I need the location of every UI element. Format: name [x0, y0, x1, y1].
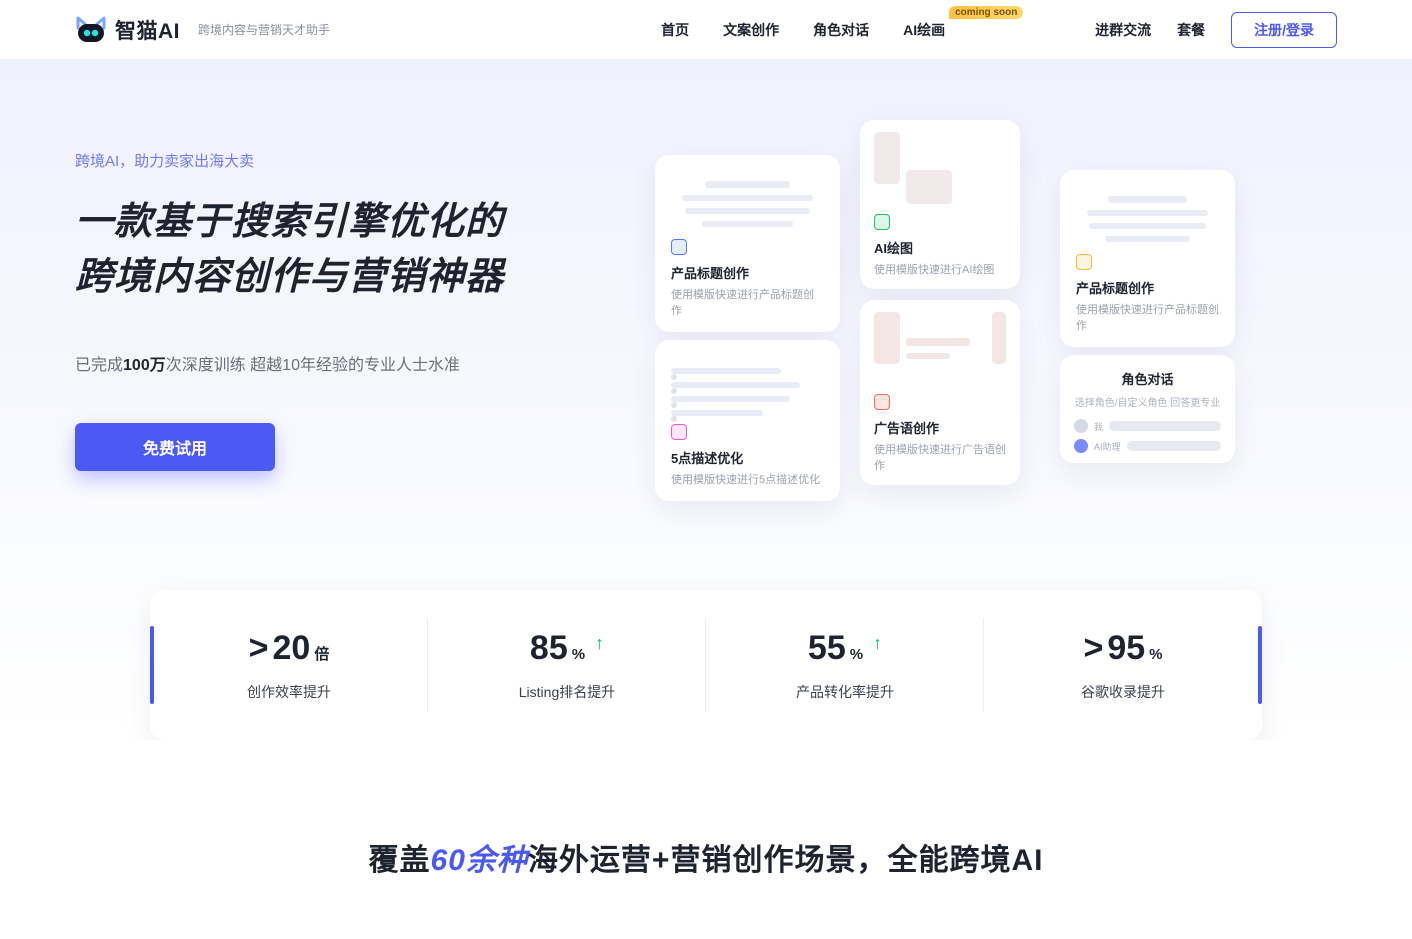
ai-avatar-icon: [1074, 439, 1088, 453]
nav-home[interactable]: 首页: [661, 20, 689, 40]
card-desc: 使用模版快速进行5点描述优化: [671, 471, 824, 487]
brand-logo-icon: [75, 15, 107, 45]
chat-bubble-skeleton: [1127, 441, 1221, 451]
card-skeleton-layout-icon: [874, 312, 1006, 384]
coming-soon-badge: coming soon: [949, 6, 1023, 19]
chat-ai-label: AI助理: [1094, 440, 1121, 453]
card-desc: 使用模版快速进行产品标题创作: [1076, 301, 1219, 333]
note-icon: [671, 424, 687, 440]
stats-band: >20倍 创作效率提升 85%↑ Listing排名提升 55%↑ 产品转化率提…: [150, 590, 1262, 740]
brand[interactable]: 智猫AI 跨境内容与营销天才助手: [75, 15, 330, 45]
brand-name: 智猫AI: [115, 15, 180, 45]
stat-listing: 85%↑ Listing排名提升: [428, 590, 706, 740]
nav-copy[interactable]: 文案创作: [723, 20, 779, 40]
nav-community[interactable]: 进群交流: [1095, 20, 1151, 40]
hero-graphics: 产品标题创作 使用模版快速进行产品标题创作 5点描述优化 使用模版快速进行5点描…: [645, 130, 1337, 550]
top-nav: 智猫AI 跨境内容与营销天才助手 首页 文案创作 角色对话 AI绘画 comin…: [0, 0, 1412, 60]
hero-section: 跨境AI，助力卖家出海大卖 一款基于搜索引擎优化的 跨境内容创作与营销神器 已完…: [0, 60, 1412, 740]
section-heading-scenarios: 覆盖60余种海外运营+营销创作场景，全能跨境AI: [0, 835, 1412, 879]
card-ai-draw[interactable]: AI绘图 使用模版快速进行AI绘图: [860, 120, 1020, 289]
card-adcopy[interactable]: 广告语创作 使用模版快速进行广告语创作: [860, 300, 1020, 485]
arrow-up-icon: ↑: [595, 633, 604, 654]
card-skeleton-text-icon: [1076, 184, 1219, 254]
card-skeleton-image-icon: [874, 132, 1006, 204]
user-avatar-icon: [1074, 419, 1088, 433]
hero-title-line-1: 一款基于搜索引擎优化的: [75, 195, 645, 250]
chat-user-label: 我: [1094, 420, 1103, 433]
chat-row-user: 我: [1074, 419, 1221, 433]
card-title: 广告语创作: [874, 418, 1006, 437]
stat-value: >95%: [1083, 629, 1162, 668]
chat-row-ai: AI助理: [1074, 439, 1221, 453]
nav-plans[interactable]: 套餐: [1177, 20, 1205, 40]
card-title: 产品标题创作: [671, 263, 824, 282]
hero-title: 一款基于搜索引擎优化的 跨境内容创作与营销神器: [75, 195, 645, 305]
image-icon: [874, 214, 890, 230]
hero-sub: 已完成100万次深度训练 超越10年经验的专业人士水准: [75, 351, 645, 375]
stat-label: Listing排名提升: [519, 682, 615, 702]
cta-free-trial-button[interactable]: 免费试用: [75, 423, 275, 471]
primary-nav: 首页 文案创作 角色对话 AI绘画 coming soon: [661, 20, 945, 40]
brand-tagline: 跨境内容与营销天才助手: [198, 21, 330, 38]
doc-icon: [671, 239, 687, 255]
stat-conversion: 55%↑ 产品转化率提升: [706, 590, 984, 740]
card-desc: 使用模版快速进行广告语创作: [874, 441, 1006, 473]
card-5points[interactable]: 5点描述优化 使用模版快速进行5点描述优化: [655, 340, 840, 501]
chat-card-sub: 选择角色/自定义角色 回答更专业: [1074, 394, 1221, 409]
stat-value: 55%↑: [808, 629, 882, 668]
card-desc: 使用模版快速进行产品标题创作: [671, 286, 824, 318]
card-product-title-2[interactable]: 产品标题创作 使用模版快速进行产品标题创作: [1060, 170, 1235, 347]
chat-card-title: 角色对话: [1074, 369, 1221, 388]
card-role-chat[interactable]: 角色对话 选择角色/自定义角色 回答更专业 我 AI助理: [1060, 355, 1235, 463]
nav-roleplay[interactable]: 角色对话: [813, 20, 869, 40]
hero-title-line-2: 跨境内容创作与营销神器: [75, 250, 645, 305]
card-skeleton-text-icon: [671, 169, 824, 239]
stat-label: 谷歌收录提升: [1081, 682, 1165, 702]
card-skeleton-list-icon: [671, 354, 824, 424]
stat-efficiency: >20倍 创作效率提升: [150, 590, 428, 740]
card-title: AI绘图: [874, 238, 1006, 257]
arrow-up-icon: ↑: [873, 633, 882, 654]
hero-copy: 跨境AI，助力卖家出海大卖 一款基于搜索引擎优化的 跨境内容创作与营销神器 已完…: [75, 130, 645, 550]
aux-nav: 进群交流 套餐 注册/登录: [1095, 12, 1337, 48]
login-button[interactable]: 注册/登录: [1231, 12, 1337, 48]
stat-google-index: >95% 谷歌收录提升: [984, 590, 1262, 740]
chat-bubble-skeleton: [1109, 421, 1221, 431]
card-title: 5点描述优化: [671, 448, 824, 467]
nav-aidraw-label: AI绘画: [903, 22, 945, 38]
card-desc: 使用模版快速进行AI绘图: [874, 261, 1006, 277]
card-product-title-1[interactable]: 产品标题创作 使用模版快速进行产品标题创作: [655, 155, 840, 332]
doc-icon: [1076, 254, 1092, 270]
megaphone-icon: [874, 394, 890, 410]
stat-value: 85%↑: [530, 629, 604, 668]
card-title: 产品标题创作: [1076, 278, 1219, 297]
stat-label: 创作效率提升: [247, 682, 331, 702]
stat-value: >20倍: [249, 629, 330, 668]
stat-label: 产品转化率提升: [796, 682, 894, 702]
nav-aidraw[interactable]: AI绘画 coming soon: [903, 20, 945, 40]
hero-eyebrow: 跨境AI，助力卖家出海大卖: [75, 150, 645, 171]
